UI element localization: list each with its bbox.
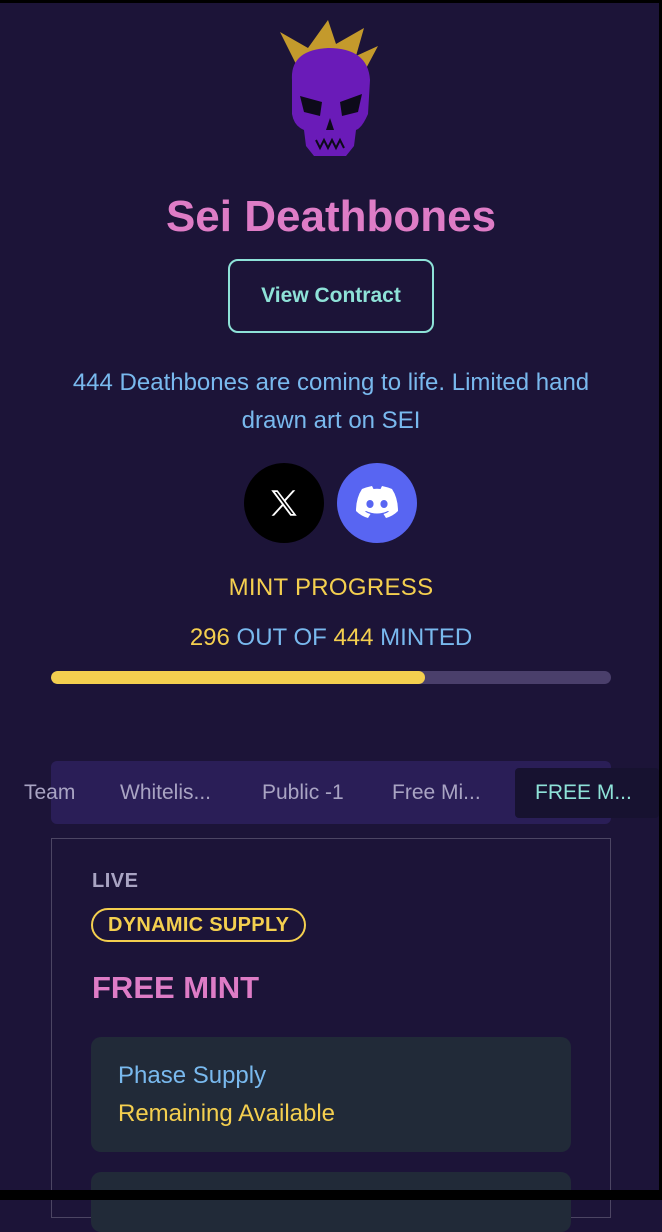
discord-logo-icon xyxy=(356,486,398,518)
x-logo-icon xyxy=(271,490,297,516)
collection-title: Sei Deathbones xyxy=(165,192,497,241)
phase-name: FREE MINT xyxy=(92,970,260,1005)
x-social-button[interactable] xyxy=(244,463,324,543)
view-contract-button[interactable]: View Contract xyxy=(228,259,434,333)
tab-free-mint-active[interactable]: FREE M... xyxy=(515,768,659,818)
phase-status: LIVE xyxy=(92,870,139,892)
collection-description: 444 Deathbones are coming to life. Limit… xyxy=(72,369,590,434)
mint-progress-bar xyxy=(51,671,611,684)
minted-text: MINTED xyxy=(380,624,473,651)
mint-progress-fill xyxy=(51,671,425,684)
tab-whitelist[interactable]: Whitelis... xyxy=(120,768,211,818)
deathbones-skull-logo xyxy=(280,20,378,156)
minted-count: 296 xyxy=(189,624,230,651)
phase-supply-box xyxy=(91,1037,571,1152)
out-of-text: OUT OF xyxy=(236,624,327,651)
phase-card xyxy=(51,838,611,1218)
remaining-available-label: Remaining Available xyxy=(118,1100,336,1127)
tab-public-1[interactable]: Public -1 xyxy=(262,768,344,818)
total-supply: 444 xyxy=(333,624,374,651)
discord-social-button[interactable] xyxy=(337,463,417,543)
tab-team[interactable]: Team xyxy=(24,768,75,818)
dynamic-supply-badge: DYNAMIC SUPPLY xyxy=(91,908,307,942)
phase-supply-label: Phase Supply xyxy=(118,1062,267,1089)
mint-progress-count: 296 OUT OF 444 MINTED xyxy=(0,624,662,652)
mint-progress-label: MINT PROGRESS xyxy=(228,574,434,601)
next-info-box xyxy=(91,1172,571,1232)
tab-free-mint-1[interactable]: Free Mi... xyxy=(392,768,481,818)
